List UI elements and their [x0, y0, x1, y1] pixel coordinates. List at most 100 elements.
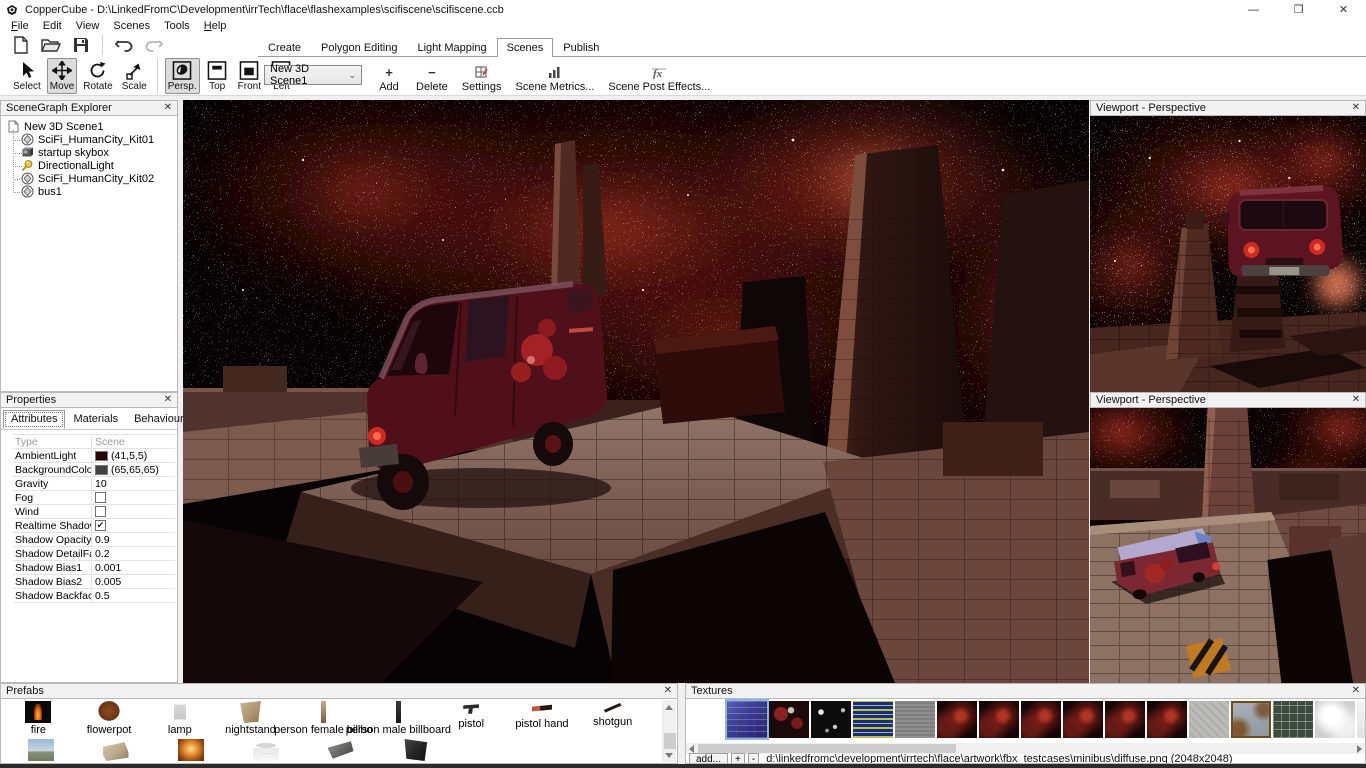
property-row-ambientlight[interactable]: AmbientLight (41,5,5)	[13, 449, 175, 463]
close-icon[interactable]: ✕	[164, 103, 172, 113]
property-row-shadow-opacity[interactable]: Shadow Opacity 0.9	[13, 533, 175, 547]
menu-help[interactable]: Help	[197, 20, 234, 32]
undo-icon[interactable]	[113, 35, 135, 55]
fog-checkbox[interactable]	[95, 492, 106, 503]
close-icon[interactable]: ✕	[1352, 686, 1360, 696]
top-view-button[interactable]: Top	[203, 58, 232, 94]
viewport-canvas[interactable]	[1090, 116, 1366, 392]
menu-file[interactable]: File	[4, 20, 36, 32]
texture-green-grid[interactable]	[1273, 701, 1313, 738]
scene-post-effects-button[interactable]: fx Scene Post Effects...	[608, 65, 710, 93]
scroll-up-icon[interactable]	[662, 700, 676, 714]
minimize-icon[interactable]: —	[1231, 0, 1276, 19]
wind-checkbox[interactable]	[95, 506, 106, 517]
texture-gray-clouds[interactable]	[1315, 701, 1355, 738]
texture-red-nebula[interactable]	[1021, 701, 1061, 738]
tab-scenes[interactable]: Scenes	[497, 38, 554, 57]
viewport-canvas[interactable]	[1090, 408, 1366, 683]
add-texture-button[interactable]: add...	[689, 753, 728, 764]
prefab-table1[interactable]: table1	[228, 739, 303, 764]
prefab-pistol[interactable]: pistol	[436, 701, 507, 736]
menu-tools[interactable]: Tools	[157, 20, 197, 32]
prefab-fire[interactable]: fire	[3, 701, 74, 736]
property-row-shadow-detailfactor[interactable]: Shadow DetailFacto 0.2	[13, 547, 175, 561]
prefab-shotgun[interactable]: shotgun	[577, 701, 648, 736]
texture-van-diffuse-red[interactable]	[769, 701, 809, 738]
texture-red-nebula[interactable]	[1063, 701, 1103, 738]
scroll-right-icon[interactable]	[1354, 743, 1365, 754]
tab-create[interactable]: Create	[258, 38, 311, 56]
scene-select-dropdown[interactable]: New 3D Scene1 ⌄	[264, 65, 362, 85]
property-row-shadow-bias1[interactable]: Shadow Bias1 0.001	[13, 561, 175, 575]
select-tool-button[interactable]: Select	[10, 58, 44, 94]
prefab-sunset-skybox[interactable]: sunset skybox	[153, 739, 228, 764]
open-file-icon[interactable]	[40, 35, 62, 55]
texture-gray-noise[interactable]	[895, 701, 935, 738]
close-icon[interactable]: ✕	[1321, 0, 1366, 19]
scene-settings-button[interactable]: Settings	[462, 65, 502, 93]
move-tool-button[interactable]: Move	[47, 58, 77, 94]
texture-text-sheet-blue[interactable]	[853, 701, 893, 738]
prefab-skybox-blue[interactable]: skybox blue	[3, 739, 78, 764]
close-icon[interactable]: ✕	[164, 395, 172, 405]
prefab-pistol-hand[interactable]: pistol hand	[507, 701, 578, 736]
tab-materials[interactable]: Materials	[65, 410, 126, 429]
tab-publish[interactable]: Publish	[553, 38, 609, 56]
prefab-person-male-billboard[interactable]: person male billboard	[361, 701, 436, 736]
rotate-tool-button[interactable]: Rotate	[80, 58, 115, 94]
close-icon[interactable]: ✕	[1352, 103, 1360, 113]
new-file-icon[interactable]	[10, 35, 32, 55]
tree-item-bus1[interactable]: bus1	[5, 185, 177, 198]
menu-edit[interactable]: Edit	[36, 20, 69, 32]
tab-light-mapping[interactable]: Light Mapping	[407, 38, 496, 56]
add-scene-button[interactable]: + Add	[376, 65, 402, 93]
tab-behaviour[interactable]: Behaviour	[126, 410, 192, 429]
menu-scenes[interactable]: Scenes	[106, 20, 157, 32]
save-file-icon[interactable]	[70, 35, 92, 55]
prefab-television[interactable]: television	[378, 739, 453, 764]
tree-item-startup-skybox[interactable]: startup skybox	[5, 146, 177, 159]
menu-view[interactable]: View	[69, 20, 107, 32]
color-swatch[interactable]	[95, 451, 108, 461]
restore-icon[interactable]: ❐	[1276, 0, 1321, 19]
texture-red-nebula[interactable]	[979, 701, 1019, 738]
property-row-wind[interactable]: Wind	[13, 505, 175, 519]
texture-white-bright[interactable]	[1357, 701, 1366, 738]
texture-rust-plate[interactable]	[1231, 701, 1271, 738]
tree-item-directional-light[interactable]: DirectionalLight	[5, 159, 177, 172]
realtime-shadows-checkbox[interactable]	[95, 520, 106, 531]
color-swatch[interactable]	[95, 465, 108, 475]
property-row-realtime-shadows[interactable]: Realtime Shadows	[13, 519, 175, 533]
scale-tool-button[interactable]: Scale	[119, 58, 150, 94]
property-row-gravity[interactable]: Gravity 10	[13, 477, 175, 491]
tab-attributes[interactable]: Attributes	[3, 410, 65, 429]
tree-item-scene-root[interactable]: New 3D Scene1	[5, 120, 177, 133]
scrollbar-thumb[interactable]	[698, 744, 956, 753]
scrollbar-thumb[interactable]	[664, 733, 676, 749]
zoom-in-button[interactable]: +	[731, 753, 745, 764]
scene-metrics-button[interactable]: Scene Metrics...	[516, 65, 595, 93]
tree-item-scifi-kit01[interactable]: SciFi_HumanCity_Kit01	[5, 133, 177, 146]
tree-item-scifi-kit02[interactable]: SciFi_HumanCity_Kit02	[5, 172, 177, 185]
close-icon[interactable]: ✕	[1352, 395, 1360, 405]
close-icon[interactable]: ✕	[664, 686, 672, 696]
texture-circuit-board-blue[interactable]	[727, 701, 767, 738]
prefab-sofa[interactable]: sofa	[78, 739, 153, 764]
texture-black-specks[interactable]	[811, 701, 851, 738]
delete-scene-button[interactable]: − Delete	[416, 65, 448, 93]
property-row-shadow-backface[interactable]: Shadow BackfaceB 0.5	[13, 589, 175, 603]
texture-red-nebula[interactable]	[1147, 701, 1187, 738]
prefab-table2[interactable]: table2	[303, 739, 378, 764]
texture-concrete-gray[interactable]	[1189, 701, 1229, 738]
texture-red-nebula[interactable]	[1105, 701, 1145, 738]
property-row-fog[interactable]: Fog	[13, 491, 175, 505]
property-row-shadow-bias2[interactable]: Shadow Bias2 0.005	[13, 575, 175, 589]
main-3d-viewport[interactable]	[183, 100, 1089, 683]
prefab-lamp[interactable]: lamp	[144, 701, 215, 736]
zoom-out-button[interactable]: -	[748, 753, 759, 764]
redo-icon[interactable]	[143, 35, 165, 55]
scroll-down-icon[interactable]	[662, 748, 676, 762]
property-row-backgroundcolor[interactable]: BackgroundColor (65,65,65)	[13, 463, 175, 477]
perspective-view-button[interactable]: Persp.	[165, 58, 200, 94]
texture-red-nebula[interactable]	[937, 701, 977, 738]
